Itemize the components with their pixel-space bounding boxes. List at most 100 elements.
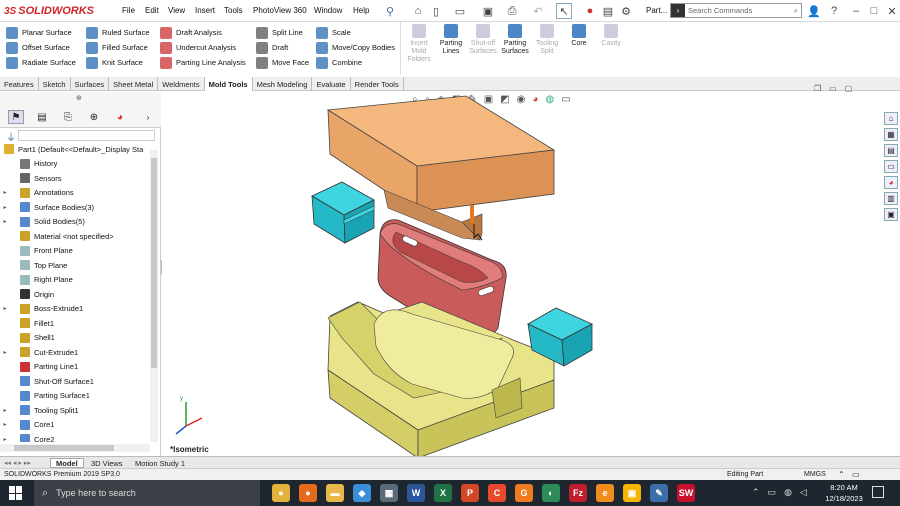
filled-surface-button[interactable]: Filled Surface [86, 40, 150, 55]
app9-taskbar-icon[interactable]: C [488, 484, 506, 502]
property-manager-tab-icon[interactable]: ▤ [34, 110, 50, 124]
appearances-icon[interactable]: ◕ [884, 176, 898, 189]
help-button[interactable]: ? [826, 3, 842, 19]
new-document-icon[interactable]: ▯ [428, 3, 444, 19]
dimxpert-tab-icon[interactable]: ⊕ [86, 110, 102, 124]
traffic-light-icon[interactable]: ● [582, 3, 598, 19]
view-palette-icon[interactable]: ▣ [884, 208, 898, 221]
tab-weldments[interactable]: Weldments [158, 77, 205, 91]
tab-model[interactable]: Model [50, 458, 84, 468]
expand-arrow-icon[interactable]: ▸ [0, 218, 10, 225]
radiate-surface-button[interactable]: Radiate Surface [6, 55, 76, 70]
tree-item-parting-line1[interactable]: Parting Line1 [0, 360, 78, 375]
planar-surface-button[interactable]: Planar Surface [6, 25, 76, 40]
windows-start-icon[interactable] [9, 486, 23, 500]
app13-taskbar-icon[interactable]: e [596, 484, 614, 502]
search-commands-field[interactable]: › Search Commands ⌕ [670, 3, 802, 18]
tab-motion-study[interactable]: Motion Study 1 [130, 458, 190, 468]
tab-3d-views[interactable]: 3D Views [86, 458, 128, 468]
chevron-right-icon[interactable]: › [140, 110, 156, 124]
tab-mold-tools[interactable]: Mold Tools [204, 77, 253, 91]
shut-off-surfaces-button[interactable]: Shut-off Surfaces [466, 24, 500, 74]
tree-item-front-plane[interactable]: Front Plane [0, 244, 73, 259]
solidworks-logo[interactable]: 3S SOLIDWORKS [4, 2, 94, 20]
print-icon[interactable]: ⎙ [504, 3, 520, 19]
tab-features[interactable]: Features [0, 77, 39, 91]
move-face-button[interactable]: Move Face [256, 55, 309, 70]
calculator-taskbar-icon[interactable]: ▦ [380, 484, 398, 502]
scroll-thumb[interactable] [151, 158, 157, 368]
scale-button[interactable]: Scale [316, 25, 395, 40]
tree-item-right-plane[interactable]: Right Plane [0, 273, 73, 288]
resources-icon[interactable]: ▦ [884, 128, 898, 141]
tree-root-part[interactable]: Part1 (Default<<Default>_Display Sta [0, 142, 143, 157]
tree-item-material-not-specified[interactable]: Material <not specified> [0, 229, 114, 244]
search-icon[interactable]: ⌕ [794, 6, 798, 16]
taskbar-search-box[interactable]: ⌕ Type here to search [34, 480, 260, 506]
menu-insert[interactable]: Insert [195, 6, 215, 15]
tree-item-solid-bodies-5[interactable]: ▸ Solid Bodies(5) [0, 215, 85, 230]
clock[interactable]: 8:20 AM 12/18/2023 [822, 482, 866, 504]
search-input[interactable]: Search Commands [688, 6, 752, 15]
tree-item-parting-surface1[interactable]: Parting Surface1 [0, 389, 90, 404]
pin-icon[interactable]: ⚲ [382, 3, 398, 19]
parting-surfaces-button[interactable]: Parting Surfaces [498, 24, 532, 74]
network-icon[interactable]: ◍ [784, 487, 792, 498]
tree-item-tooling-split1[interactable]: ▸ Tooling Split1 [0, 403, 79, 418]
core-block[interactable] [327, 301, 555, 456]
tab-nav-arrows[interactable]: ◂◂ ◂ ▸ ▸▸ [4, 459, 31, 467]
menu-help[interactable]: Help [353, 6, 369, 15]
app10-taskbar-icon[interactable]: G [515, 484, 533, 502]
tree-horizontal-scrollbar[interactable] [0, 444, 150, 452]
split-line-button[interactable]: Split Line [256, 25, 309, 40]
draft-analysis-button[interactable]: Draft Analysis [160, 25, 246, 40]
tab-evaluate[interactable]: Evaluate [312, 77, 351, 91]
design-library-icon[interactable]: ▤ [884, 144, 898, 157]
powerpoint-taskbar-icon[interactable]: P [461, 484, 479, 502]
tab-sketch[interactable]: Sketch [39, 77, 71, 91]
tree-item-fillet1[interactable]: Fillet1 [0, 316, 54, 331]
feature-manager-tab-icon[interactable]: ⚑ [8, 110, 24, 124]
ruled-surface-button[interactable]: Ruled Surface [86, 25, 150, 40]
app15-taskbar-icon[interactable]: ✎ [650, 484, 668, 502]
restore-button[interactable]: □ [866, 3, 882, 19]
panel-expand-icon[interactable]: ⊕ [76, 94, 82, 102]
units-selector[interactable]: MMGS [804, 471, 826, 478]
menu-window[interactable]: Window [314, 6, 342, 15]
home-icon[interactable]: ⌂ [884, 112, 898, 125]
close-button[interactable]: ✕ [884, 3, 900, 19]
scroll-thumb[interactable] [14, 445, 114, 451]
minimize-button[interactable]: – [848, 3, 864, 19]
parting-line-analysis-button[interactable]: Parting Line Analysis [160, 55, 246, 70]
tree-item-core1[interactable]: ▸ Core1 [0, 418, 54, 433]
undo-icon[interactable]: ↶ [530, 3, 546, 19]
custom-properties-icon[interactable]: ▥ [884, 192, 898, 205]
tree-item-shell1[interactable]: Shell1 [0, 331, 55, 346]
menu-edit[interactable]: Edit [145, 6, 159, 15]
select-cursor-icon[interactable]: ↖ [556, 3, 572, 19]
tree-item-annotations[interactable]: ▸ Annotations [0, 186, 74, 201]
combine-button[interactable]: Combine [316, 55, 395, 70]
chevron-up-icon[interactable]: ⌃ [838, 470, 845, 479]
word-taskbar-icon[interactable]: W [407, 484, 425, 502]
tree-item-shut-off-surface1[interactable]: Shut-Off Surface1 [0, 374, 94, 389]
tree-item-boss-extrude1[interactable]: ▸ Boss-Extrude1 [0, 302, 83, 317]
offset-surface-button[interactable]: Offset Surface [6, 40, 76, 55]
expand-arrow-icon[interactable]: ▸ [0, 349, 10, 356]
parting-lines-button[interactable]: Parting Lines [434, 24, 468, 74]
tree-item-surface-bodies-3[interactable]: ▸ Surface Bodies(3) [0, 200, 94, 215]
tree-filter-input[interactable] [18, 130, 155, 141]
cavity-button[interactable]: Cavity [594, 24, 628, 74]
rebuild-options-icon[interactable]: ▤ [600, 3, 616, 19]
excel-taskbar-icon[interactable]: X [434, 484, 452, 502]
app4-taskbar-icon[interactable]: ◆ [353, 484, 371, 502]
expand-arrow-icon[interactable]: ▸ [0, 407, 10, 414]
left-side-core[interactable] [311, 181, 375, 244]
menu-tools[interactable]: Tools [224, 6, 243, 15]
save-icon[interactable]: ▣ [480, 3, 496, 19]
action-center-icon[interactable] [872, 486, 884, 498]
chevron-up-icon[interactable]: ⌃ [752, 487, 760, 498]
expand-arrow-icon[interactable]: ▸ [0, 421, 10, 428]
file-explorer-icon[interactable]: ▭ [884, 160, 898, 173]
tree-item-history[interactable]: History [0, 157, 57, 172]
